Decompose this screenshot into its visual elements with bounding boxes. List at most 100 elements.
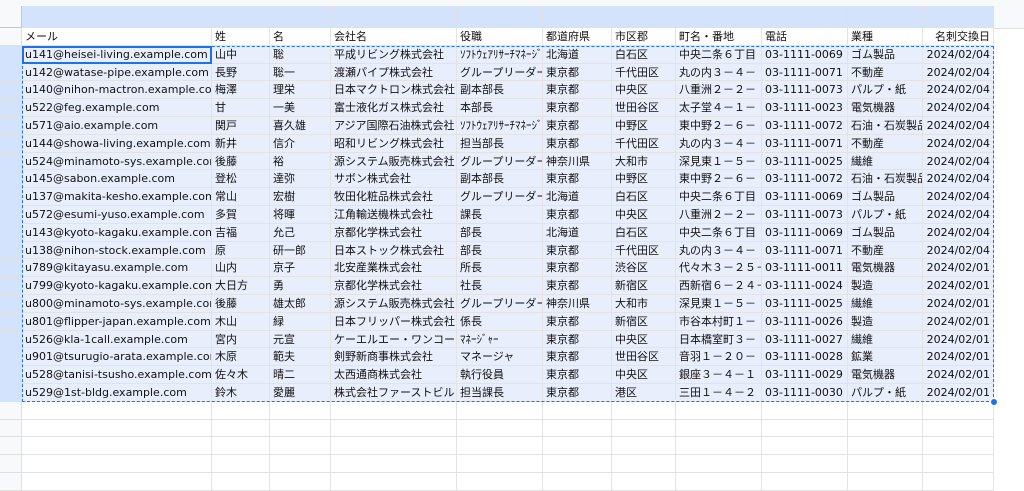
cell-b8[interactable]: 後藤 [212, 152, 270, 171]
cell-g6[interactable]: 中野区 [612, 117, 676, 135]
cell-c25[interactable] [270, 455, 331, 473]
cell-i9[interactable]: 03-1111-0072 [762, 170, 848, 189]
cell-j14[interactable]: 電気機器 [848, 259, 923, 278]
row-header-14[interactable] [0, 259, 22, 278]
cell-k1[interactable]: 名刺交換日 [923, 28, 994, 46]
cell-g26[interactable] [612, 473, 676, 491]
cell-e10[interactable]: グループリーダー [457, 188, 543, 206]
cell-b17[interactable]: 木山 [212, 312, 270, 331]
cell-h11[interactable]: 八重洲２－２－ [676, 206, 762, 224]
cell-e25[interactable] [457, 455, 543, 473]
cell-g13[interactable]: 千代田区 [612, 241, 676, 260]
cell-h4[interactable]: 八重洲２－２－ [676, 81, 762, 100]
cell-d15[interactable]: 京都化学株式会社 [331, 277, 457, 295]
cell-e3[interactable]: グループリーダー [457, 63, 543, 82]
row-header-18[interactable] [0, 330, 22, 349]
row-header-17[interactable] [0, 312, 22, 331]
cell-a3[interactable]: u142@watase-pipe.example.com [22, 63, 212, 82]
cell-j10[interactable]: ゴム製品 [848, 188, 923, 206]
cell-c12[interactable]: 允己 [270, 223, 331, 242]
cell-h5[interactable]: 太子堂４－１－ [676, 99, 762, 117]
cell-a22[interactable] [22, 401, 212, 420]
cell-a17[interactable]: u801@flipper-japan.example.com [22, 312, 212, 331]
cell-j11[interactable]: パルプ・紙 [848, 206, 923, 224]
cell-g5[interactable]: 世田谷区 [612, 99, 676, 117]
cell-k11[interactable]: 2024/02/04 [923, 206, 994, 224]
column-header-d[interactable] [331, 6, 457, 28]
cell-g11[interactable]: 中央区 [612, 206, 676, 224]
cell-a16[interactable]: u800@minamoto-sys.example.com [22, 295, 212, 313]
cell-a19[interactable]: u901@tsurugio-arata.example.com [22, 348, 212, 367]
cell-b12[interactable]: 吉福 [212, 223, 270, 242]
column-header-f[interactable] [543, 6, 612, 28]
cell-j1[interactable]: 業種 [848, 28, 923, 46]
cell-c9[interactable]: 達弥 [270, 170, 331, 189]
cell-f12[interactable]: 北海道 [543, 223, 612, 242]
cell-d12[interactable]: 京都化学株式会社 [331, 223, 457, 242]
cell-g15[interactable]: 新宿区 [612, 277, 676, 295]
row-header-16[interactable] [0, 295, 22, 313]
cell-a13[interactable]: u138@nihon-stock.example.com [22, 241, 212, 260]
cell-h9[interactable]: 東中野２－６－ [676, 170, 762, 189]
cell-f21[interactable]: 東京都 [543, 384, 612, 402]
cell-a26[interactable] [22, 473, 212, 491]
cell-k6[interactable]: 2024/02/04 [923, 117, 994, 135]
cell-i22[interactable] [762, 401, 848, 420]
cell-h3[interactable]: 丸の内３－４－ [676, 63, 762, 82]
cell-g21[interactable]: 港区 [612, 384, 676, 402]
cell-j16[interactable]: 繊維 [848, 295, 923, 313]
row-header-15[interactable] [0, 277, 22, 295]
cell-k22[interactable] [923, 401, 994, 420]
cell-c14[interactable]: 京子 [270, 259, 331, 278]
cell-h12[interactable]: 中央二条６丁目 [676, 223, 762, 242]
column-header-c[interactable] [270, 6, 331, 28]
cell-h17[interactable]: 市谷本村町１－ [676, 312, 762, 331]
cell-g7[interactable]: 千代田区 [612, 134, 676, 153]
row-header-6[interactable] [0, 117, 22, 135]
cell-b6[interactable]: 関戸 [212, 117, 270, 135]
cell-a12[interactable]: u143@kyoto-kagaku.example.com [22, 223, 212, 242]
cell-j5[interactable]: 電気機器 [848, 99, 923, 117]
cell-i8[interactable]: 03-1111-0025 [762, 152, 848, 171]
cell-k14[interactable]: 2024/02/01 [923, 259, 994, 278]
cell-b20[interactable]: 佐々木 [212, 366, 270, 384]
row-header-24[interactable] [0, 437, 22, 456]
cell-f1[interactable]: 都道府県 [543, 28, 612, 46]
cell-i3[interactable]: 03-1111-0071 [762, 63, 848, 82]
cell-c15[interactable]: 勇 [270, 277, 331, 295]
column-header-a[interactable] [22, 6, 212, 28]
cell-g9[interactable]: 中野区 [612, 170, 676, 189]
cell-d5[interactable]: 富士液化ガス株式会社 [331, 99, 457, 117]
cell-h16[interactable]: 深見東１－５－ [676, 295, 762, 313]
cell-d6[interactable]: アジア国際石油株式会社 [331, 117, 457, 135]
cell-a2[interactable]: u141@heisei-living.example.com [22, 45, 212, 64]
cell-e1[interactable]: 役職 [457, 28, 543, 46]
cell-h20[interactable]: 銀座３－４－１ [676, 366, 762, 384]
cell-i21[interactable]: 03-1111-0030 [762, 384, 848, 402]
cell-f3[interactable]: 東京都 [543, 63, 612, 82]
cell-i6[interactable]: 03-1111-0072 [762, 117, 848, 135]
cell-h26[interactable] [676, 473, 762, 491]
cell-b19[interactable]: 木原 [212, 348, 270, 367]
cell-g4[interactable]: 中央区 [612, 81, 676, 100]
cell-i25[interactable] [762, 455, 848, 473]
cell-g12[interactable]: 白石区 [612, 223, 676, 242]
cell-b25[interactable] [212, 455, 270, 473]
cell-i17[interactable]: 03-1111-0026 [762, 312, 848, 331]
cell-e16[interactable]: グループリーダー [457, 295, 543, 313]
cell-d8[interactable]: 源システム販売株式会社 [331, 152, 457, 171]
cell-g23[interactable] [612, 419, 676, 438]
cell-g16[interactable]: 大和市 [612, 295, 676, 313]
cell-c1[interactable]: 名 [270, 28, 331, 46]
cell-b4[interactable]: 梅澤 [212, 81, 270, 100]
cell-i1[interactable]: 電話 [762, 28, 848, 46]
row-header-26[interactable] [0, 473, 22, 491]
row-header-4[interactable] [0, 81, 22, 100]
cell-j17[interactable]: 製造 [848, 312, 923, 331]
cell-f18[interactable]: 東京都 [543, 330, 612, 349]
cell-c8[interactable]: 裕 [270, 152, 331, 171]
cell-j21[interactable]: パルプ・紙 [848, 384, 923, 402]
cell-k19[interactable]: 2024/02/01 [923, 348, 994, 367]
cell-b22[interactable] [212, 401, 270, 420]
cell-j6[interactable]: 石油・石炭製品 [848, 117, 923, 135]
